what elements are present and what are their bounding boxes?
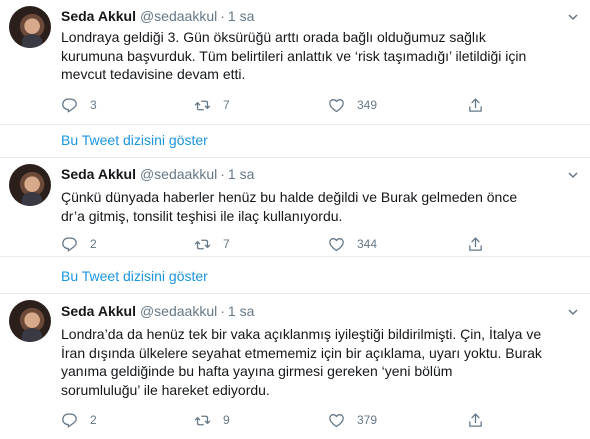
avatar[interactable]: [9, 164, 51, 206]
tweet-actions: 2 9 379: [61, 411, 491, 429]
retweet-icon: [194, 239, 211, 249]
heart-icon: [329, 413, 344, 427]
tweet-header: Seda Akkul @sedaakkul · 1 sa: [61, 303, 254, 319]
like-button[interactable]: 349: [328, 96, 377, 114]
reply-count: 3: [90, 98, 97, 112]
retweet-button[interactable]: 7: [194, 96, 230, 114]
show-thread-row: Bu Tweet dizisini göster: [0, 124, 590, 157]
tweet-header: Seda Akkul @sedaakkul · 1 sa: [61, 166, 254, 182]
share-button[interactable]: [467, 96, 496, 114]
author-name[interactable]: Seda Akkul: [61, 166, 136, 182]
author-handle[interactable]: @sedaakkul: [140, 166, 217, 182]
heart-icon: [329, 237, 344, 251]
like-count: 349: [357, 98, 378, 112]
reply-button[interactable]: 2: [61, 411, 97, 429]
tweet-text: Londraya geldiği 3. Gün öksürüğü arttı o…: [61, 29, 527, 82]
like-button[interactable]: 379: [328, 411, 377, 429]
tweet-header: Seda Akkul @sedaakkul · 1 sa: [61, 8, 254, 24]
tweet-actions: 2 7 344: [61, 235, 491, 253]
chevron-down-icon[interactable]: [568, 170, 578, 180]
separator-dot: ·: [220, 303, 225, 319]
like-count: 344: [357, 237, 378, 251]
show-thread-row: Bu Tweet dizisini göster: [0, 256, 590, 293]
retweet-button[interactable]: 7: [194, 235, 230, 253]
like-count: 379: [357, 413, 378, 427]
share-icon: [469, 236, 482, 251]
share-button[interactable]: [467, 411, 496, 429]
heart-icon: [329, 98, 344, 112]
reply-icon: [62, 412, 77, 428]
retweet-count: 9: [223, 413, 230, 427]
reply-button[interactable]: 2: [61, 235, 97, 253]
reply-button[interactable]: 3: [61, 96, 97, 114]
timestamp[interactable]: 1 sa: [228, 166, 254, 182]
retweet-icon: [194, 100, 211, 110]
retweet-count: 7: [223, 98, 230, 112]
share-icon: [469, 412, 482, 427]
like-button[interactable]: 344: [328, 235, 377, 253]
reply-count: 2: [90, 413, 97, 427]
reply-icon: [62, 236, 77, 252]
retweet-icon: [194, 415, 211, 425]
author-name[interactable]: Seda Akkul: [61, 303, 136, 319]
retweet-button[interactable]: 9: [194, 411, 230, 429]
tweet[interactable]: Seda Akkul @sedaakkul · 1 sa Çünkü dünyada …: [0, 157, 590, 256]
author-name[interactable]: Seda Akkul: [61, 8, 136, 24]
reply-count: 2: [90, 237, 97, 251]
separator-dot: ·: [220, 166, 225, 182]
author-handle[interactable]: @sedaakkul: [140, 8, 217, 24]
chevron-down-icon[interactable]: [568, 12, 578, 22]
tweet-text: Londra’da da henüz tek bir vaka açıklanm…: [61, 326, 542, 398]
tweet[interactable]: Seda Akkul @sedaakkul · 1 sa Londra’da da h…: [0, 293, 590, 439]
tweet-text: Çünkü dünyada haberler henüz bu halde de…: [61, 189, 518, 224]
share-icon: [469, 97, 482, 112]
timestamp[interactable]: 1 sa: [228, 303, 254, 319]
avatar[interactable]: [9, 300, 51, 342]
share-button[interactable]: [467, 235, 496, 253]
tweet[interactable]: Seda Akkul @sedaakkul · 1 sa Londraya geldi…: [0, 0, 590, 124]
avatar[interactable]: [9, 6, 51, 48]
show-thread-link[interactable]: Bu Tweet dizisini göster: [61, 132, 208, 148]
timestamp[interactable]: 1 sa: [228, 8, 254, 24]
separator-dot: ·: [220, 8, 225, 24]
show-thread-link[interactable]: Bu Tweet dizisini göster: [61, 268, 208, 284]
chevron-down-icon[interactable]: [568, 307, 578, 317]
reply-icon: [62, 97, 77, 113]
tweet-actions: 3 7 349: [61, 96, 491, 114]
author-handle[interactable]: @sedaakkul: [140, 303, 217, 319]
retweet-count: 7: [223, 237, 230, 251]
